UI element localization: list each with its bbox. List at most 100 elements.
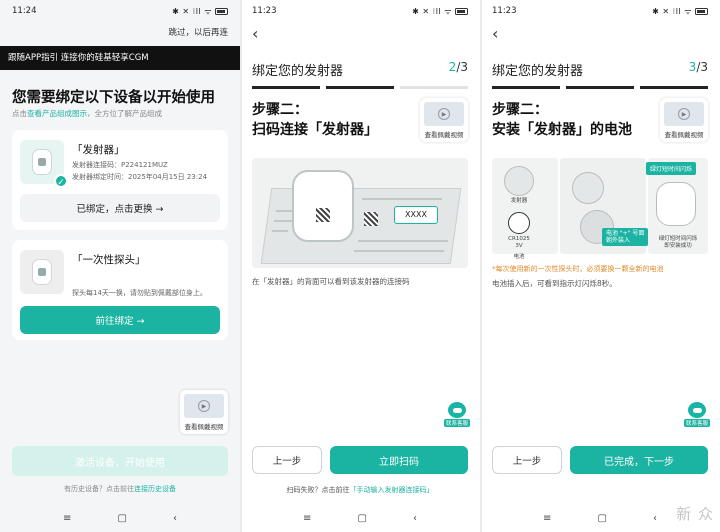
customer-service-label: 联系客服 <box>684 419 711 427</box>
step-total: /3 <box>456 60 468 74</box>
qr-code-icon <box>316 208 330 222</box>
page-title: 绑定您的发射器 <box>252 64 344 79</box>
home-icon[interactable]: ▢ <box>357 513 366 524</box>
status-bar: 11:23 ✱ ✕ ⁝ll ᯤ <box>240 0 480 22</box>
history-text: 有历史设备？点击前往 <box>64 485 134 493</box>
progress-segment <box>400 86 468 89</box>
step-counter: 2/3 <box>449 60 468 74</box>
battery-label: 电池 <box>513 254 525 260</box>
back-nav-icon[interactable]: ‹ <box>173 513 177 524</box>
battery-illustration: 发射器 CR1025 3V 电池 电池 "+" 号面 朝外装入 绿灯短时间闪烁 … <box>492 158 708 268</box>
paper-line <box>362 198 442 200</box>
customer-service-button[interactable]: 联系客服 <box>444 402 471 432</box>
status-icon-glyphs: ✱ ✕ ⁝ll ᯤ <box>412 6 452 16</box>
wear-video-button[interactable]: ▶ 查看佩戴视频 <box>180 390 228 434</box>
back-arrow-icon[interactable]: ‹ <box>252 24 258 43</box>
sensor-device-icon <box>32 259 52 285</box>
subtitle-text: 点击 <box>12 109 27 118</box>
screenshot-collage: 11:24 ✱ ✕ ⁝ll ᯤ 跳过，以后再连 跟随APP指引 连接你的硅基轻享… <box>0 0 720 532</box>
system-nav-bar: ≡ ▢ ‹ <box>240 508 480 528</box>
scan-fail-hint: 扫码失败？点击前往「手动输入发射器连接码」 <box>240 485 480 495</box>
install-battery-screen: 11:23 ✱ ✕ ⁝ll ᯤ ‹ 绑定您的发射器 3/3 步骤二： 安装「发射… <box>480 0 720 532</box>
sensor-card: 「一次性探头」 探头每14天一换，请勿贴到佩戴部位身上。 前往绑定 → <box>12 240 228 340</box>
status-icons: ✱ ✕ ⁝ll ᯤ <box>412 6 468 17</box>
back-nav-icon[interactable]: ‹ <box>653 513 657 524</box>
back-nav-icon[interactable]: ‹ <box>413 513 417 524</box>
progress-segment <box>640 86 708 89</box>
back-arrow-icon[interactable]: ‹ <box>492 24 498 43</box>
home-icon[interactable]: ▢ <box>597 513 606 524</box>
fail-text: 扫码失败？点击前往 <box>286 486 350 494</box>
progress-segment <box>566 86 634 89</box>
menu-icon[interactable]: ≡ <box>63 513 71 524</box>
play-icon: ▶ <box>438 108 450 120</box>
status-icon-glyphs: ✱ ✕ ⁝ll ᯤ <box>652 6 692 16</box>
menu-icon[interactable]: ≡ <box>303 513 311 524</box>
customer-service-button[interactable]: 联系客服 <box>684 402 711 432</box>
check-icon: ✓ <box>54 174 68 188</box>
emitter-drawing <box>504 166 534 196</box>
change-emitter-button[interactable]: 已绑定，点击更换 → <box>20 194 220 222</box>
connection-code-bubble: XXXX <box>394 206 438 224</box>
menu-icon[interactable]: ≡ <box>543 513 551 524</box>
complete-next-button[interactable]: 已完成，下一步 <box>570 446 708 474</box>
play-icon: ▶ <box>198 400 210 412</box>
history-link[interactable]: 连接历史设备 <box>134 485 176 493</box>
subtitle-text-end: ，全方位了解产品组成 <box>87 109 162 118</box>
emitter-back-drawing <box>292 170 354 242</box>
emitter-image: ✓ <box>20 140 68 188</box>
emitter-card: ✓ 「发射器」 发射器连接码：P224121MUZ 发射器绑定时间：2025年0… <box>12 130 228 230</box>
page-subtitle: 点击查看产品组成图示，全方位了解产品组成 <box>12 108 162 119</box>
battery-icon <box>695 7 708 15</box>
step-instruction: 安装「发射器」的电池 <box>492 122 632 138</box>
video-preview: ▶ <box>424 102 464 126</box>
qr-code-icon <box>364 212 378 226</box>
page-title: 绑定您的发射器 <box>492 64 584 79</box>
status-time: 11:24 <box>12 6 37 16</box>
previous-step-button[interactable]: 上一步 <box>252 446 322 474</box>
battery-orientation-tag: 电池 "+" 号面 朝外装入 <box>602 228 649 246</box>
scan-caption: 在「发射器」的背面可以看到该发射器的连接码 <box>252 277 410 286</box>
video-label: 查看佩戴视频 <box>424 131 464 139</box>
sensor-desc: 探头每14天一换，请勿贴到佩戴部位身上。 <box>72 289 207 297</box>
paper-line <box>358 240 448 242</box>
wear-video-button[interactable]: ▶ 查看佩戴视频 <box>660 98 708 142</box>
scan-now-button[interactable]: 立即扫码 <box>330 446 468 474</box>
previous-step-button[interactable]: 上一步 <box>492 446 562 474</box>
battery-icon <box>215 7 228 15</box>
sensor-image <box>20 250 64 294</box>
green-flash-tag: 绿灯短时间闪烁 <box>646 162 697 175</box>
skip-link[interactable]: 跳过，以后再连 <box>168 26 228 38</box>
robot-icon <box>688 402 706 418</box>
step-progress <box>492 86 708 89</box>
emitter-device-icon <box>32 149 52 175</box>
page-title: 您需要绑定以下设备以开始使用 <box>12 90 215 106</box>
divider <box>480 0 482 532</box>
product-diagram-link[interactable]: 查看产品组成图示 <box>27 109 87 118</box>
emitter-code: 发射器连接码：P224121MUZ <box>72 161 168 169</box>
battery-caption: 电池插入后，可看到指示灯闪烁8秒。 <box>492 279 617 288</box>
system-nav-bar: ≡ ▢ ‹ <box>0 508 240 528</box>
activate-button[interactable]: 激活设备，开始使用 <box>12 446 228 476</box>
scan-emitter-screen: 11:23 ✱ ✕ ⁝ll ᯤ ‹ 绑定您的发射器 2/3 步骤二： 扫码连接「… <box>240 0 480 532</box>
status-bar: 11:24 ✱ ✕ ⁝ll ᯤ <box>0 0 240 22</box>
status-time: 11:23 <box>252 6 277 16</box>
video-preview: ▶ <box>664 102 704 126</box>
status-bar: 11:23 ✱ ✕ ⁝ll ᯤ <box>480 0 720 22</box>
step-heading: 步骤二： 安装「发射器」的电池 <box>492 100 632 140</box>
hand-emitter-drawing <box>572 172 604 204</box>
sensor-name: 「一次性探头」 <box>72 254 146 266</box>
play-icon: ▶ <box>678 108 690 120</box>
robot-icon <box>448 402 466 418</box>
manual-code-link[interactable]: 「手动输入发射器连接码」 <box>350 486 434 494</box>
battery-warning: *每次使用新的一次性探头时，必须要换一颗全新的电池 <box>492 265 664 273</box>
wear-video-button[interactable]: ▶ 查看佩戴视频 <box>420 98 468 142</box>
device-binding-screen: 11:24 ✱ ✕ ⁝ll ᯤ 跳过，以后再连 跟随APP指引 连接你的硅基轻享… <box>0 0 240 532</box>
step-instruction: 扫码连接「发射器」 <box>252 122 378 138</box>
bind-sensor-button[interactable]: 前往绑定 → <box>20 306 220 334</box>
flash-success-label: 绿灯短时间闪烁 即安装成功 <box>658 236 698 249</box>
status-icon-glyphs: ✱ ✕ ⁝ll ᯤ <box>172 6 212 16</box>
video-label: 查看佩戴视频 <box>664 131 704 139</box>
step-label: 步骤二： <box>492 102 548 118</box>
home-icon[interactable]: ▢ <box>117 513 126 524</box>
